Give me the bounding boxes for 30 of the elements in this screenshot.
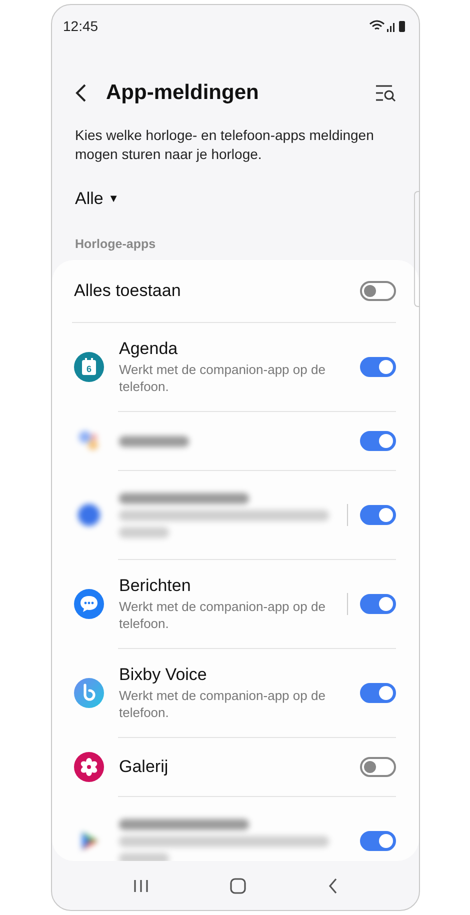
allow-all-label: Alles toestaan	[74, 281, 182, 301]
status-time: 12:45	[63, 18, 98, 34]
recent-apps-icon[interactable]	[132, 878, 149, 892]
toggle-switch[interactable]	[360, 357, 396, 377]
app-description: Werkt met de companion-app op de telefoon.	[119, 361, 326, 395]
back-icon[interactable]	[75, 83, 87, 103]
home-icon[interactable]	[230, 878, 246, 894]
back-icon[interactable]	[328, 878, 338, 894]
toggle-switch[interactable]	[360, 431, 396, 451]
app-name: Galerij	[119, 757, 170, 777]
app-name: Agenda	[119, 339, 179, 359]
app-name: Berichten	[119, 576, 192, 596]
calendar-icon: 6	[74, 352, 104, 382]
toggle-switch[interactable]	[360, 505, 396, 525]
section-title: Horloge-apps	[75, 237, 157, 251]
description-text: Kies welke horloge- en telefoon-apps meldingen mogen sturen naar je horloge.	[75, 126, 375, 164]
flower-icon	[74, 752, 104, 782]
chat-bubble-icon	[74, 589, 104, 619]
page-title: App-meldingen	[106, 81, 260, 105]
toggle-switch[interactable]	[360, 831, 396, 851]
toggle-switch[interactable]	[360, 594, 396, 614]
toggle-switch[interactable]	[360, 281, 396, 301]
toggle-switch[interactable]	[360, 683, 396, 703]
app-description: Werkt met de companion-app op de telefoon.	[119, 687, 326, 721]
status-icons	[369, 19, 407, 33]
search-list-icon[interactable]	[375, 84, 397, 102]
app-description: Werkt met de companion-app op de telefoon.	[119, 598, 326, 632]
toggle-switch[interactable]	[360, 757, 396, 777]
app-name: Bixby Voice	[119, 665, 208, 685]
bixby-icon	[74, 678, 104, 708]
